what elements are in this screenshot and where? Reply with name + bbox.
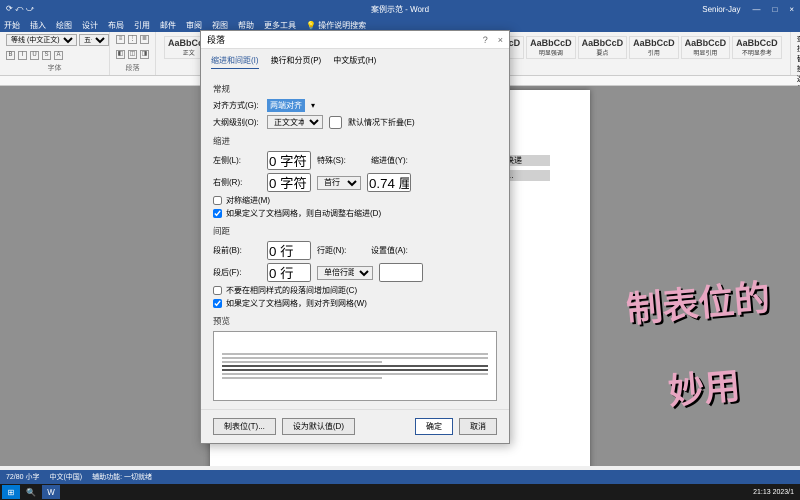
ok-button[interactable]: 确定 — [415, 418, 453, 435]
before-label: 段前(B): — [213, 245, 261, 256]
dialog-help-icon[interactable]: ? — [483, 35, 488, 45]
font-size-select[interactable]: 五号 — [79, 34, 109, 46]
style-item[interactable]: AaBbCcD要点 — [578, 36, 628, 59]
tab-design[interactable]: 设计 — [82, 20, 98, 31]
highlight-icon[interactable]: A — [54, 51, 63, 60]
right-indent-input[interactable] — [267, 173, 311, 192]
mirror-label: 对称缩进(M) — [226, 195, 270, 206]
style-item[interactable]: AaBbCcD明显强调 — [526, 36, 576, 59]
tab-view[interactable]: 视图 — [212, 20, 228, 31]
taskbar: ⊞ 🔍 W 21:13 2023/1 — [0, 484, 800, 500]
align-right-icon[interactable]: ◨ — [140, 50, 149, 59]
by-label: 缩进值(Y): — [371, 155, 409, 166]
tab-review[interactable]: 审阅 — [186, 20, 202, 31]
mirror-checkbox[interactable] — [213, 196, 222, 205]
tab-insert[interactable]: 插入 — [30, 20, 46, 31]
collapse-checkbox[interactable] — [329, 116, 342, 129]
line-spacing-select[interactable]: 单倍行距 — [317, 266, 373, 280]
bold-icon[interactable]: B — [6, 51, 15, 60]
close-icon[interactable]: × — [789, 5, 794, 14]
minimize-icon[interactable]: — — [752, 5, 760, 14]
section-preview: 预览 — [213, 315, 497, 327]
document-title: 案例示范 - Word — [371, 4, 429, 15]
at-label: 设置值(A): — [371, 245, 409, 256]
status-bar: 72/80 小字 中文(中国) 辅助功能: 一切就绪 — [0, 470, 800, 484]
underline-icon[interactable]: U — [30, 51, 39, 60]
search-hint[interactable]: 💡 操作说明搜索 — [306, 20, 366, 31]
line-spacing-label: 行距(N): — [317, 245, 365, 256]
dialog-tab-indent[interactable]: 缩进和间距(I) — [211, 55, 259, 69]
dialog-tab-breaks[interactable]: 换行和分页(P) — [271, 55, 322, 69]
page-count[interactable]: 72/80 小字 — [6, 472, 39, 482]
left-indent-label: 左侧(L): — [213, 155, 261, 166]
dialog-tab-asian[interactable]: 中文版式(H) — [333, 55, 376, 69]
numbering-icon[interactable]: ⋮ — [128, 35, 137, 44]
group-font-label: 字体 — [6, 63, 103, 73]
auto-indent-label: 如果定义了文档网格，则自动调整右缩进(D) — [226, 208, 381, 219]
section-general: 常规 — [213, 83, 497, 95]
auto-indent-checkbox[interactable] — [213, 209, 222, 218]
outline-select[interactable]: 正文文本 — [267, 115, 323, 129]
after-input[interactable] — [267, 263, 311, 282]
no-space-checkbox[interactable] — [213, 286, 222, 295]
language[interactable]: 中文(中国) — [49, 472, 82, 482]
left-indent-input[interactable] — [267, 151, 311, 170]
align-center-icon[interactable]: ◫ — [128, 50, 137, 59]
accessibility[interactable]: 辅助功能: 一切就绪 — [92, 472, 152, 482]
section-spacing: 间距 — [213, 225, 497, 237]
bullets-icon[interactable]: ≡ — [116, 35, 125, 44]
paragraph-dialog: 段落 ? × 缩进和间距(I) 换行和分页(P) 中文版式(H) 常规 对齐方式… — [200, 30, 510, 444]
user-name: Senior-Jay — [702, 5, 740, 14]
start-icon[interactable]: ⊞ — [2, 485, 20, 499]
strike-icon[interactable]: S — [42, 51, 51, 60]
alignment-select[interactable]: 两端对齐 — [267, 99, 305, 112]
style-item[interactable]: AaBbCcD明显引用 — [681, 36, 731, 59]
italic-icon[interactable]: I — [18, 51, 27, 60]
dialog-title: 段落 — [207, 33, 225, 46]
style-item[interactable]: AaBbCcD不明显参考 — [732, 36, 782, 59]
snap-grid-checkbox[interactable] — [213, 299, 222, 308]
tab-layout[interactable]: 布局 — [108, 20, 124, 31]
chevron-down-icon[interactable]: ▾ — [311, 101, 315, 110]
tab-references[interactable]: 引用 — [134, 20, 150, 31]
preview-pane — [213, 331, 497, 401]
title-bar: ⟳ ⤺ ⤻ 案例示范 - Word Senior-Jay — □ × — [0, 0, 800, 18]
word-icon[interactable]: W — [42, 485, 60, 499]
maximize-icon[interactable]: □ — [772, 5, 777, 14]
align-icon[interactable]: ≣ — [140, 35, 149, 44]
no-space-label: 不要在相同样式的段落间增加间距(C) — [226, 285, 357, 296]
align-left-icon[interactable]: ◧ — [116, 50, 125, 59]
right-indent-label: 右侧(R): — [213, 177, 261, 188]
tab-mailings[interactable]: 邮件 — [160, 20, 176, 31]
cancel-button[interactable]: 取消 — [459, 418, 497, 435]
before-input[interactable] — [267, 241, 311, 260]
at-input[interactable] — [379, 263, 423, 282]
by-input[interactable] — [367, 173, 411, 192]
clock[interactable]: 21:13 2023/1 — [753, 485, 798, 499]
search-icon[interactable]: 🔍 — [22, 485, 40, 499]
special-select[interactable]: 首行 — [317, 176, 361, 190]
dialog-close-icon[interactable]: × — [498, 35, 503, 45]
tabs-button[interactable]: 制表位(T)... — [213, 418, 276, 435]
tab-home[interactable]: 开始 — [4, 20, 20, 31]
collapse-label: 默认情况下折叠(E) — [348, 117, 415, 128]
autosave: ⟳ ⤺ ⤻ — [6, 4, 34, 14]
section-indent: 缩进 — [213, 135, 497, 147]
alignment-label: 对齐方式(G): — [213, 100, 261, 111]
tab-more-tools[interactable]: 更多工具 — [264, 20, 296, 31]
snap-grid-label: 如果定义了文档网格，则对齐到网格(W) — [226, 298, 367, 309]
after-label: 段后(F): — [213, 267, 261, 278]
tab-draw[interactable]: 绘图 — [56, 20, 72, 31]
outline-label: 大纲级别(O): — [213, 117, 261, 128]
tab-help[interactable]: 帮助 — [238, 20, 254, 31]
group-para-label: 段落 — [116, 63, 149, 73]
style-item[interactable]: AaBbCcD引用 — [629, 36, 679, 59]
default-button[interactable]: 设为默认值(D) — [282, 418, 355, 435]
special-label: 特殊(S): — [317, 155, 365, 166]
font-name-select[interactable]: 等线 (中文正文) — [6, 34, 77, 46]
